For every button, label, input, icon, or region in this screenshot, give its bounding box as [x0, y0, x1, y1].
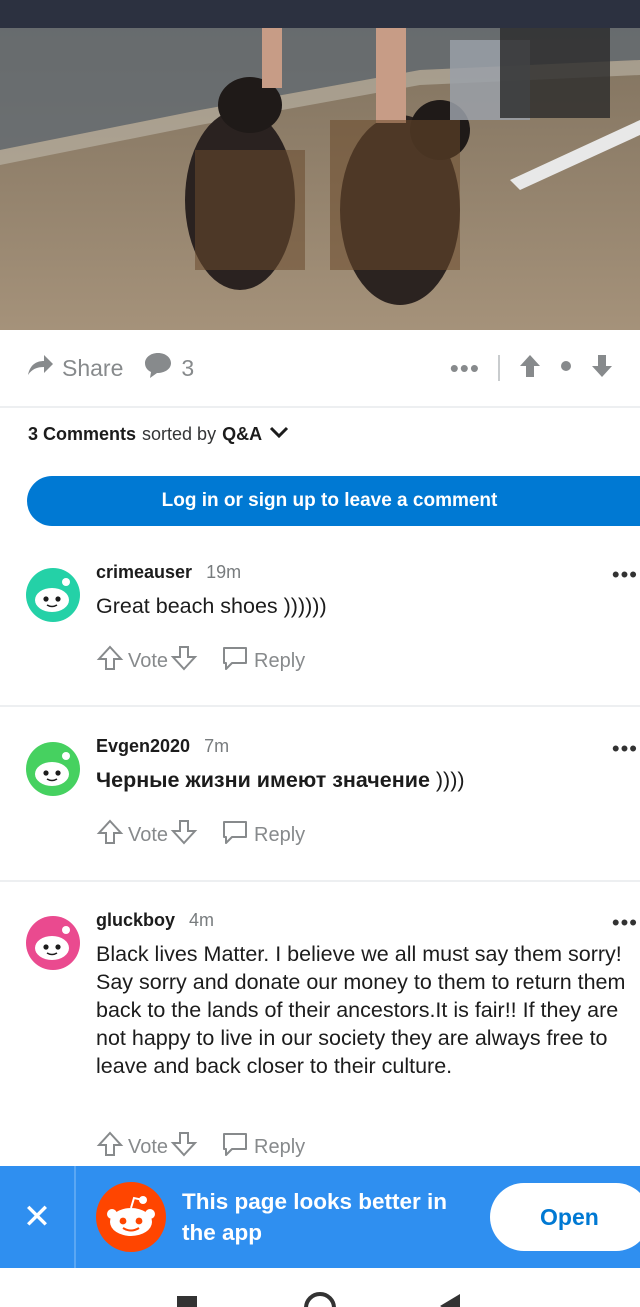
recents-icon: [177, 1296, 197, 1307]
comment-more-icon[interactable]: •••: [612, 562, 638, 588]
comment-body-bold: Черные жизни имеют значение: [96, 768, 430, 792]
more-horizontal-icon[interactable]: •••: [450, 355, 480, 381]
downvote-outline-icon: [170, 818, 198, 852]
vote-label: Vote: [128, 649, 169, 672]
comment-sort-bar[interactable]: 3 Comments sorted by Q&A: [28, 424, 290, 445]
upvote-button[interactable]: Vote: [96, 1130, 168, 1164]
close-icon[interactable]: ✕: [0, 1166, 76, 1268]
upvote-button[interactable]: Vote: [96, 818, 168, 852]
reply-icon: [220, 818, 250, 852]
vote-score-dot: [560, 359, 572, 377]
comment-divider: [0, 705, 640, 707]
comment-time: 4m: [189, 910, 215, 930]
avatar[interactable]: [26, 568, 80, 622]
vertical-divider: [498, 355, 500, 381]
upvote-outline-icon: [96, 1130, 124, 1164]
downvote-button[interactable]: [170, 644, 198, 678]
avatar[interactable]: [26, 742, 80, 796]
comment-actions: Vote Reply: [96, 644, 305, 678]
comments-count: 3: [181, 354, 195, 381]
vote-label: Vote: [128, 823, 169, 846]
comment-body: Черные жизни имеют значение )))): [96, 766, 631, 794]
open-app-button[interactable]: Open: [490, 1183, 640, 1251]
vote-label: Vote: [128, 1135, 169, 1158]
comment-author[interactable]: crimeauser: [96, 562, 192, 583]
home-icon: [304, 1292, 336, 1307]
comment-more-icon[interactable]: •••: [612, 736, 638, 762]
reply-label: Reply: [254, 649, 306, 672]
downvote-button[interactable]: [170, 818, 198, 852]
downvote-outline-icon: [170, 1130, 198, 1164]
comment-more-icon[interactable]: •••: [612, 910, 638, 936]
banner-message: This page looks better in the app: [182, 1189, 448, 1245]
reply-label: Reply: [254, 1135, 306, 1158]
avatar[interactable]: [26, 916, 80, 970]
back-icon: [440, 1294, 460, 1307]
comments-count-label: 3 Comments: [28, 424, 137, 444]
downvote-button[interactable]: [170, 1130, 198, 1164]
comment-divider: [0, 880, 640, 882]
login-signup-button[interactable]: Log in or sign up to leave a comment: [27, 476, 640, 526]
sorted-by-label: sorted by: [142, 424, 217, 444]
comment-icon: [143, 351, 173, 385]
post-action-bar: Share 3 •••: [0, 330, 640, 408]
open-in-app-banner: ✕ This page looks better in the app Open: [0, 1166, 640, 1268]
share-button[interactable]: Share: [26, 353, 123, 383]
comment-actions: Vote Reply: [96, 818, 305, 852]
comment-author[interactable]: Evgen2020: [96, 736, 190, 757]
comment-time: 19m: [206, 562, 242, 582]
downvote-icon[interactable]: [590, 353, 614, 384]
downvote-outline-icon: [170, 644, 198, 678]
comment-meta: Evgen2020 7m: [96, 736, 229, 757]
comment-body-rest: )))): [429, 768, 465, 792]
reply-label: Reply: [254, 823, 306, 846]
comment-author[interactable]: gluckboy: [96, 910, 175, 931]
reply-button[interactable]: Reply: [220, 1130, 305, 1164]
comment: crimeauser 19m ••• Great beach shoes )))…: [0, 550, 640, 706]
upvote-outline-icon: [96, 644, 124, 678]
reply-button[interactable]: Reply: [220, 818, 305, 852]
comment-actions: Vote Reply: [96, 1130, 305, 1164]
share-label: Share: [62, 354, 124, 381]
comment-body: Black lives Matter. I believe we all mus…: [96, 942, 626, 1078]
upvote-button[interactable]: Vote: [96, 644, 168, 678]
reply-button[interactable]: Reply: [220, 644, 305, 678]
comment: Evgen2020 7m ••• Черные жизни имеют знач…: [0, 724, 640, 880]
comment: gluckboy 4m ••• Black lives Matter. I be…: [0, 898, 640, 1166]
comment-meta: gluckboy 4m: [96, 910, 214, 931]
comment-body: Great beach shoes )))))): [96, 594, 327, 618]
post-image[interactable]: [0, 0, 640, 330]
share-icon: [26, 353, 54, 383]
reddit-logo-icon: [96, 1182, 166, 1252]
comments-count-button[interactable]: 3: [143, 351, 194, 385]
reply-icon: [220, 1130, 250, 1164]
chevron-down-icon[interactable]: [268, 424, 290, 445]
upvote-icon[interactable]: [518, 353, 542, 384]
reply-icon: [220, 644, 250, 678]
system-nav-bar: [0, 1268, 640, 1307]
upvote-outline-icon: [96, 818, 124, 852]
comment-time: 7m: [204, 736, 230, 756]
comment-meta: crimeauser 19m: [96, 562, 241, 583]
sort-value[interactable]: Q&A: [222, 424, 262, 445]
post-right-actions: •••: [450, 353, 614, 384]
